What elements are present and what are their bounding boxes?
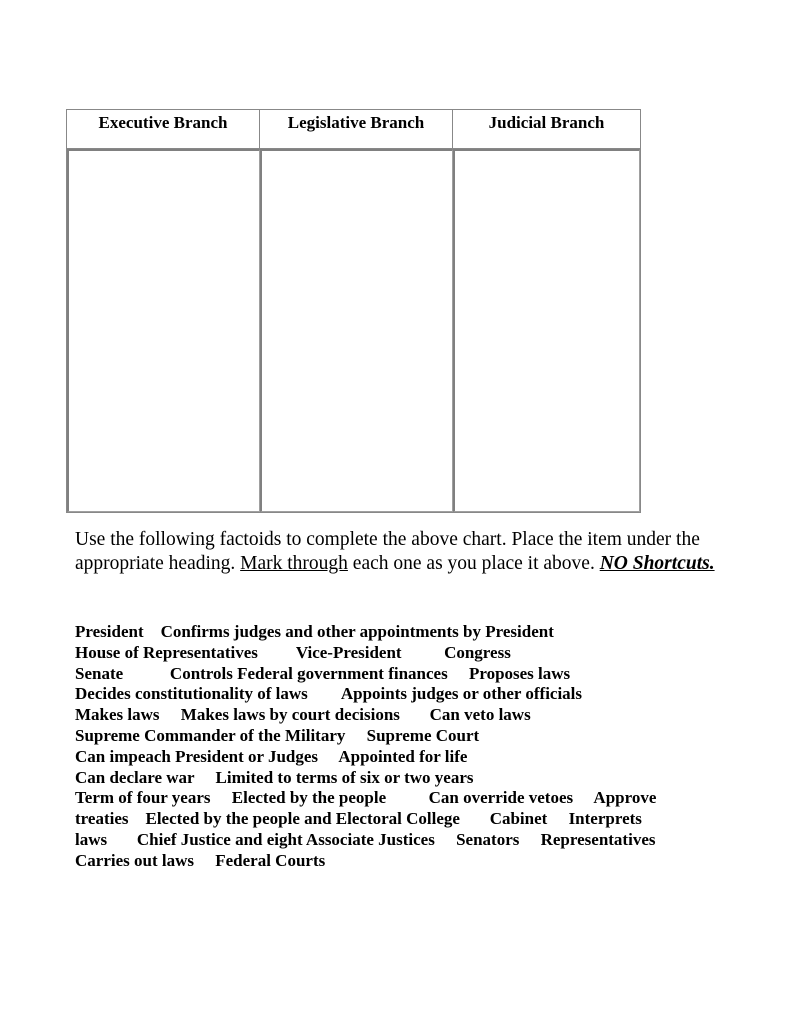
legislative-branch-cell[interactable] — [260, 149, 453, 512]
factoids-list: President Confirms judges and other appo… — [75, 622, 735, 872]
mark-through-underlined: Mark through — [240, 553, 348, 574]
executive-branch-cell[interactable] — [67, 149, 260, 512]
factoid-line: Supreme Commander of the Military Suprem… — [75, 725, 480, 745]
worksheet-page: Executive Branch Legislative Branch Judi… — [0, 0, 791, 1024]
factoid-line: Term of four years Elected by the people… — [75, 788, 657, 808]
instructions-text-2: each one as you place it above. — [347, 553, 600, 574]
instructions-paragraph: Use the following factoids to complete t… — [75, 528, 735, 576]
factoid-line: Can impeach President or Judges Appointe… — [75, 746, 468, 766]
judicial-branch-cell[interactable] — [453, 149, 640, 512]
header-executive-branch: Executive Branch — [67, 110, 260, 149]
factoid-line: treaties Elected by the people and Elect… — [75, 809, 642, 829]
factoid-line: Decides constitutionality of laws Appoin… — [75, 684, 583, 704]
no-shortcuts-emphasis: NO Shortcuts. — [599, 553, 715, 574]
factoid-line: President Confirms judges and other appo… — [75, 622, 554, 641]
factoid-line: House of Representatives Vice-President … — [75, 642, 511, 662]
branches-chart: Executive Branch Legislative Branch Judi… — [66, 109, 641, 513]
header-legislative-branch: Legislative Branch — [260, 110, 453, 149]
factoid-line: Carries out laws Federal Courts — [75, 850, 326, 870]
factoid-line: Makes laws Makes laws by court decisions… — [75, 705, 531, 725]
factoid-line: laws Chief Justice and eight Associate J… — [75, 829, 656, 849]
header-judicial-branch: Judicial Branch — [453, 110, 640, 149]
factoid-line: Can declare war Limited to terms of six … — [75, 767, 474, 787]
factoid-line: Senate Controls Federal government finan… — [75, 663, 571, 683]
